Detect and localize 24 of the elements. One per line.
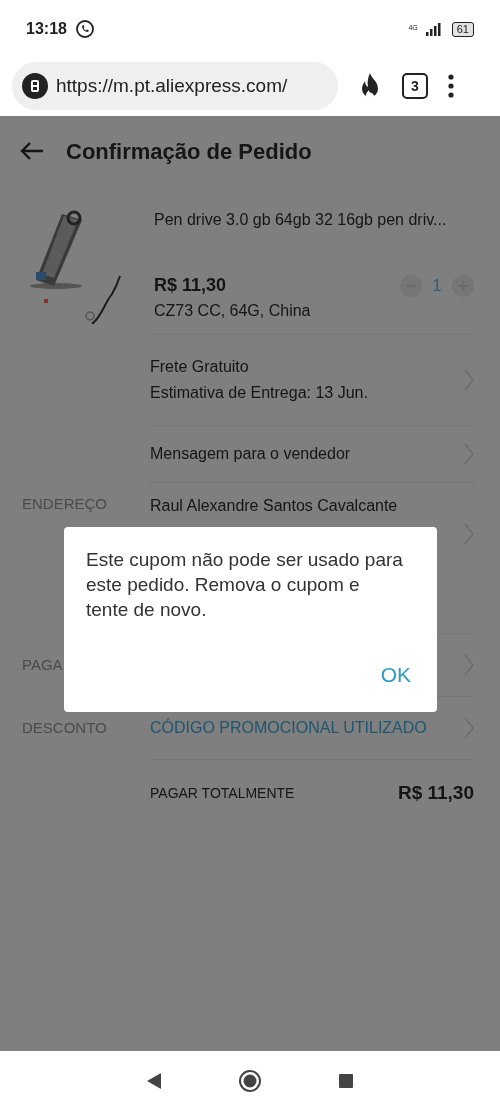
promo-code-text: CÓDIGO PROMOCIONAL UTILIZADO — [150, 717, 428, 738]
quantity-value: 1 — [431, 274, 443, 297]
dialog-message: Este cupom não pode ser usado para este pedido. Remova o cupom e tente de novo. — [86, 548, 404, 622]
menu-icon[interactable] — [448, 74, 454, 98]
total-amount: R$ 11,30 — [397, 780, 474, 805]
site-icon — [22, 73, 48, 99]
product-price: R$ 11,30 — [154, 274, 227, 297]
signal-icon — [425, 22, 444, 36]
chat-icon — [74, 19, 95, 39]
address-text: Raul Alexandre Santos Cavalcante — [150, 496, 399, 516]
clock-time: 13:18 — [26, 19, 67, 39]
product-title: Pen drive 3.0 gb 64gb 32 16gb pen driv... — [154, 210, 448, 230]
address-bar[interactable]: https://m.pt.aliexpress.com/ — [12, 62, 338, 110]
home-icon[interactable] — [239, 1070, 261, 1092]
battery-indicator: 61 — [451, 21, 474, 37]
shipping-text: Estimativa de Entrega: 13 Jun. — [150, 383, 369, 403]
total-label: PAGAR TOTALMENTE — [150, 783, 295, 803]
back-icon[interactable] — [20, 141, 44, 161]
shipping-text: Frete Gratuito — [150, 357, 250, 377]
recents-icon[interactable] — [339, 1074, 353, 1088]
product-variant: CZ73 CC, 64G, China — [154, 301, 312, 321]
tabs-button[interactable]: 3 — [402, 73, 428, 99]
page-title: Confirmação de Pedido — [66, 137, 312, 166]
back-icon[interactable] — [147, 1073, 161, 1089]
